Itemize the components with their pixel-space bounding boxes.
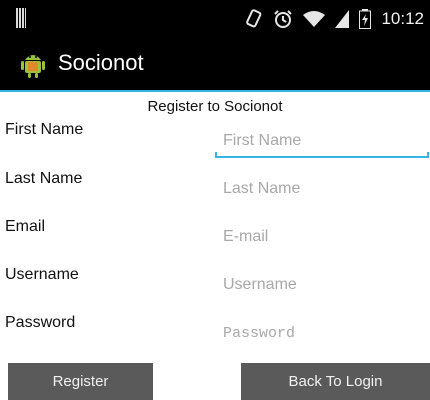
username-label: Username <box>5 266 79 283</box>
app-title: Socionot <box>58 50 144 75</box>
android-icon <box>20 50 46 78</box>
register-button[interactable]: Register <box>8 363 153 400</box>
password-label: Password <box>5 314 76 331</box>
rotate-icon <box>245 9 263 29</box>
last-name-label: Last Name <box>5 170 83 187</box>
first-name-focus-left <box>215 152 217 158</box>
status-bar: 10:12 <box>0 0 430 38</box>
alarm-icon <box>273 9 293 29</box>
email-label: Email <box>5 218 46 235</box>
status-time: 10:12 <box>381 9 424 28</box>
signal-bars-icon <box>16 8 26 28</box>
first-name-input[interactable] <box>215 125 429 158</box>
email-input[interactable] <box>215 220 429 254</box>
last-name-input[interactable] <box>215 172 429 206</box>
first-name-label: First Name <box>5 121 84 138</box>
password-input[interactable] <box>215 316 429 350</box>
first-name-focus-right <box>427 152 429 158</box>
battery-icon <box>359 9 372 29</box>
username-input[interactable] <box>215 268 429 302</box>
status-icons: 10:12 <box>245 0 424 38</box>
action-bar: Socionot <box>0 38 430 92</box>
wifi-icon <box>303 10 326 28</box>
back-to-login-button[interactable]: Back To Login <box>241 363 430 400</box>
cell-signal-icon <box>335 10 350 28</box>
form-title: Register to Socionot <box>147 98 283 115</box>
